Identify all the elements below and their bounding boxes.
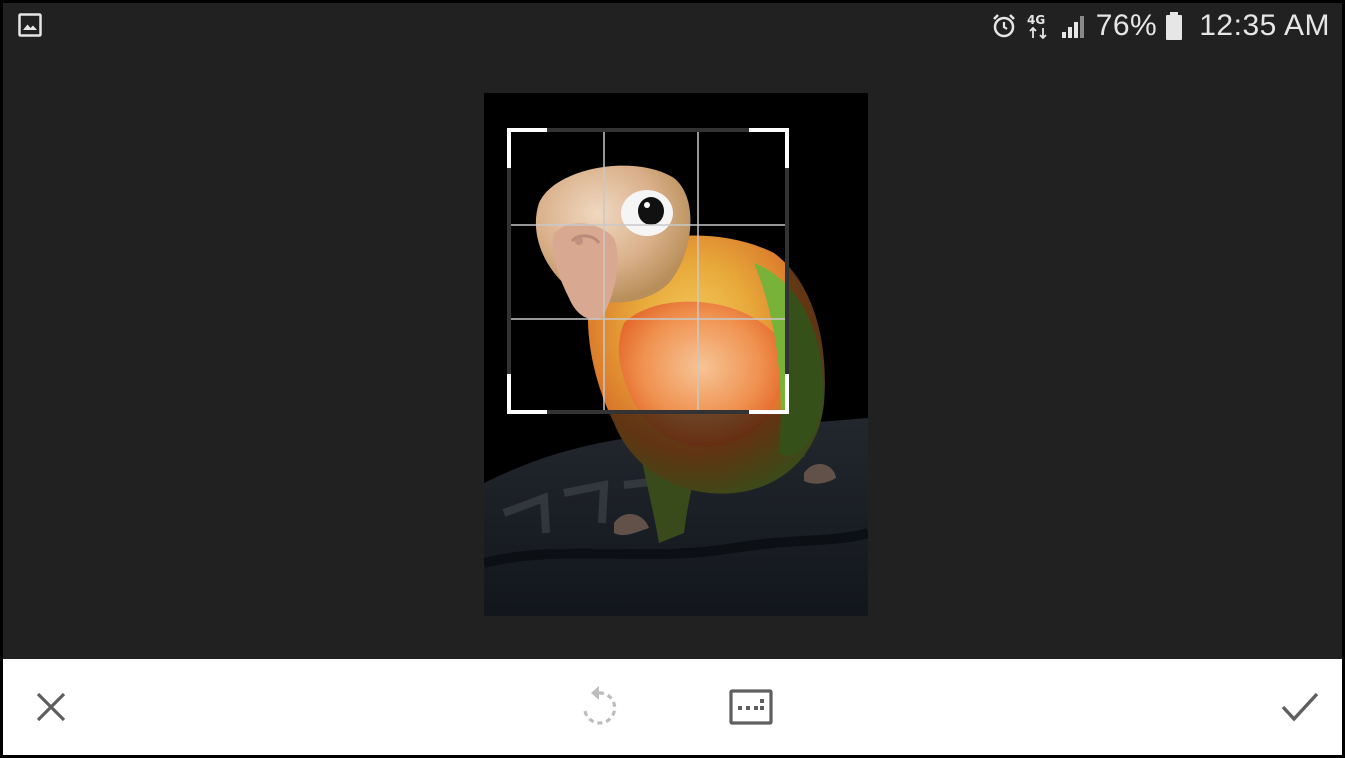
status-icons: 4G 76% 12:35 AM: [990, 8, 1330, 44]
4g-data-icon: 4G: [1026, 12, 1052, 40]
network-type-label: 4G: [1027, 13, 1045, 27]
photo-canvas[interactable]: [484, 93, 868, 616]
clock: 12:35 AM: [1199, 9, 1330, 42]
crop-handle-bottom-left[interactable]: [507, 374, 547, 414]
crop-toolbar: [3, 659, 1342, 755]
cancel-button[interactable]: [25, 681, 77, 733]
crop-grid-line: [697, 132, 699, 410]
crop-frame[interactable]: [507, 128, 789, 414]
rotate-icon: [583, 686, 617, 725]
gallery-image-icon: [18, 13, 42, 37]
crop-handle-top-right[interactable]: [749, 128, 789, 168]
status-bar: 4G 76% 12:35 AM: [3, 3, 1342, 49]
crop-handle-top-left[interactable]: [507, 128, 547, 168]
battery-icon: [1165, 11, 1183, 41]
battery-percent: 76%: [1095, 9, 1158, 42]
aspect-ratio-button[interactable]: [725, 681, 777, 733]
check-icon: [1281, 692, 1319, 722]
crop-grid-line: [511, 318, 785, 320]
crop-grid-line: [603, 132, 605, 410]
close-icon: [36, 692, 66, 722]
apply-button[interactable]: [1274, 681, 1326, 733]
signal-icon: [1060, 12, 1088, 40]
crop-grid-line: [511, 224, 785, 226]
rotate-button[interactable]: [573, 681, 625, 733]
alarm-icon: [990, 12, 1018, 40]
aspect-ratio-icon: [729, 689, 773, 725]
app-window: 4G 76% 12:35 AM: [3, 3, 1342, 755]
crop-handle-bottom-right[interactable]: [749, 374, 789, 414]
